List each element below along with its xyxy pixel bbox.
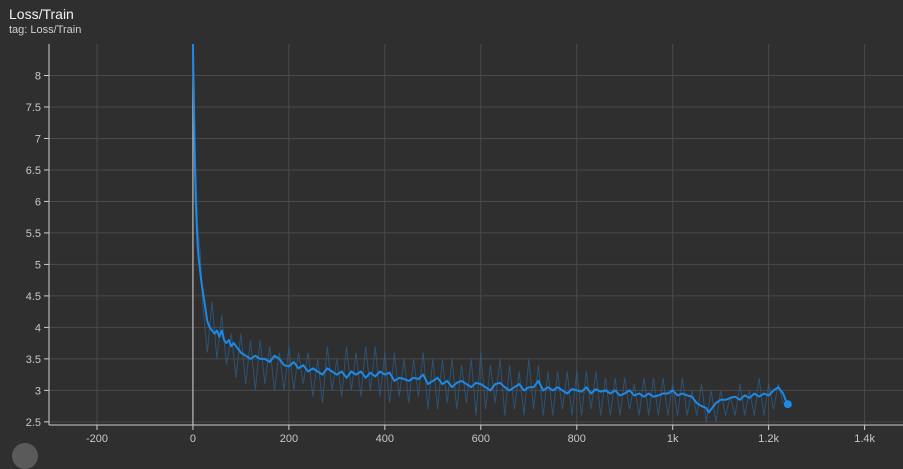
y-tick-label: 6.5	[26, 165, 41, 177]
y-tick-label: 6	[35, 196, 41, 208]
y-tick-label: 3.5	[26, 354, 41, 366]
y-tick-label: 4.5	[26, 291, 41, 303]
smoothed-series-line	[191, 43, 789, 414]
x-tick-label: 1.4k	[854, 433, 875, 445]
y-tick-label: 7	[35, 133, 41, 145]
y-tick-label: 5	[35, 259, 41, 271]
y-tick-label: 7.5	[26, 102, 41, 114]
loss-chart[interactable]: -200 0 200 400 600 800 1k 1.2k 1.4k 2.5 3 3.5 4 4.5 5 5…	[0, 0, 903, 450]
y-tick-label: 3	[35, 385, 41, 397]
x-tick-label: 0	[190, 433, 196, 445]
y-tick-label: 5.5	[26, 228, 41, 240]
x-tick-label: 800	[568, 433, 586, 445]
x-tick-label: 1k	[667, 433, 679, 445]
expand-button[interactable]	[12, 443, 38, 469]
x-tick-label: 1.2k	[758, 433, 779, 445]
y-tick-label: 4	[35, 322, 41, 334]
y-tick-label: 2.5	[26, 417, 41, 429]
x-tick-label: -200	[86, 433, 108, 445]
x-tick-label: 600	[472, 433, 490, 445]
x-tick-label: 400	[376, 433, 394, 445]
last-point-marker	[783, 400, 792, 409]
y-tick-label: 8	[35, 70, 41, 82]
x-tick-label: 200	[280, 433, 298, 445]
